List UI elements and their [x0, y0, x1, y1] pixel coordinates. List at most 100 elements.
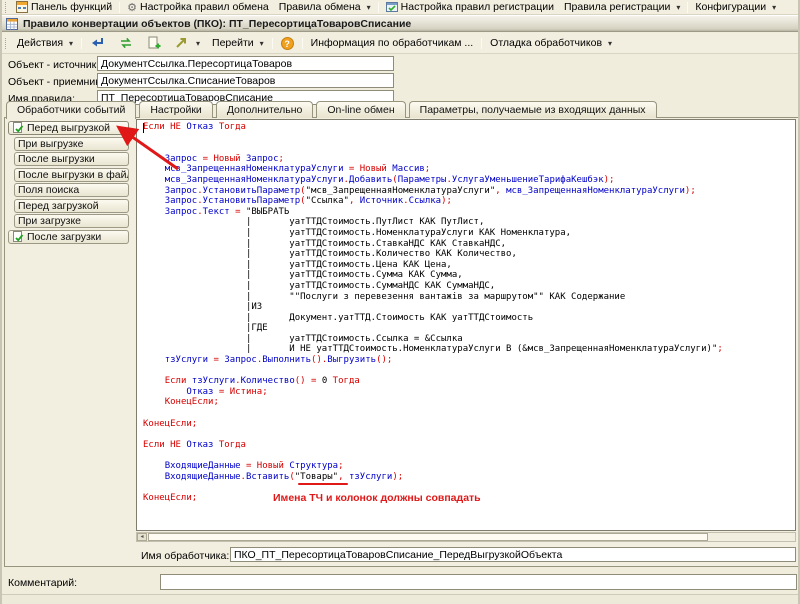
code-line: тзУслуги = Запрос.Выполнить().Выгрузить(… [143, 355, 723, 366]
registration-rules-label: Правила регистрации [564, 1, 670, 13]
configurations-menu[interactable]: Конфигурации [690, 0, 781, 14]
toolbar-grip [5, 38, 8, 49]
tab-additional[interactable]: Дополнительно [216, 101, 314, 118]
code-line: КонецЕсли; [143, 397, 723, 408]
code-line: | уатТТДСтоимость.СуммаНДС КАК СуммаНДС, [143, 281, 723, 292]
scrollbar-thumb[interactable] [148, 533, 708, 541]
sidebar-item-after-export-to-file[interactable]: После выгрузки в файл [14, 168, 129, 182]
code-line: | И НЕ уатТТДСтоимость.НоменклатураУслуг… [143, 344, 723, 355]
gear-icon [127, 1, 137, 14]
sidebar-item-label: Перед загрузкой [18, 200, 99, 212]
code-line: |ГДЕ [143, 323, 723, 334]
sidebar-item-on-import[interactable]: При загрузке [14, 214, 129, 228]
tab-event-handlers[interactable]: Обработчики событий [6, 101, 136, 119]
code-line: | уатТТДСтоимость.СтавкаНДС КАК СтавкаНД… [143, 239, 723, 250]
save-icon [90, 36, 106, 50]
source-object-input[interactable] [97, 56, 394, 71]
sidebar-item-label: После загрузки [27, 231, 101, 243]
exchange-rules-menu[interactable]: Правила обмена [274, 0, 376, 14]
setup-registration-rules-button[interactable]: Настройка правил регистрации [381, 0, 559, 14]
code-line [143, 143, 723, 154]
code-line: Запрос.Текст = "ВЫБРАТЬ [143, 207, 723, 218]
code-line: | уатТТДСтоимость.Сумма КАК Сумма, [143, 270, 723, 281]
toolbar-separator [378, 2, 379, 13]
source-object-label: Объект - источник: [8, 59, 99, 71]
code-line: ВходящиеДанные.Вставить("Товары", тзУслу… [143, 472, 723, 483]
sidebar-item-before-export[interactable]: Перед выгрузкой [8, 121, 129, 135]
sidebar-item-before-import[interactable]: Перед загрузкой [14, 199, 129, 213]
handlers-debug-button[interactable]: Отладка обработчиков [484, 34, 618, 52]
export-button[interactable] [168, 33, 206, 53]
actions-toolbar: Действия Перейти Информация по обработчи… [2, 33, 798, 54]
code-horizontal-scrollbar[interactable]: ◂ [136, 532, 796, 542]
sidebar-item-after-export[interactable]: После выгрузки [14, 152, 129, 166]
code-line: Отказ = Истина; [143, 387, 723, 398]
handler-page-icon [12, 122, 24, 134]
code-line: | уатТТДСтоимость.Ссылка = &Ссылка [143, 334, 723, 345]
status-bar [2, 594, 798, 604]
code-line: | уатТТДСтоимость.Цена КАК Цена, [143, 260, 723, 271]
sidebar-item-label: Поля поиска [18, 184, 79, 196]
code-line: Если НЕ Отказ Тогда [143, 122, 723, 133]
code-line [143, 366, 723, 377]
add-handler-button[interactable] [140, 33, 168, 53]
toolbar-separator [81, 38, 82, 49]
setup-exchange-rules-button[interactable]: Настройка правил обмена [122, 0, 274, 14]
code-line [143, 429, 723, 440]
tab-strip: Обработчики событий Настройки Дополнител… [6, 101, 657, 118]
add-page-icon [146, 36, 162, 50]
sidebar-item-search-fields[interactable]: Поля поиска [14, 183, 129, 197]
export-arrow-icon [174, 36, 190, 50]
main-toolbar: Панель функций Настройка правил обмена П… [2, 0, 798, 15]
function-panel-button[interactable]: Панель функций [11, 0, 117, 14]
save-button[interactable] [84, 33, 112, 53]
function-panel-label: Панель функций [31, 1, 112, 13]
code-line: | ""Послуги з перевезення вантажів за ма… [143, 292, 723, 303]
code-line [143, 133, 723, 144]
registration-rules-icon [386, 1, 398, 13]
reload-button[interactable] [112, 33, 140, 53]
setup-exchange-rules-label: Настройка правил обмена [140, 1, 269, 13]
sidebar-item-on-export[interactable]: При выгрузке [14, 137, 129, 151]
code-line [143, 408, 723, 419]
go-to-label: Перейти [212, 37, 254, 49]
tab-online-exchange[interactable]: On-line обмен [316, 101, 405, 118]
code-line: Если НЕ Отказ Тогда [143, 440, 723, 451]
help-icon [281, 37, 294, 50]
toolbar-separator [481, 38, 482, 49]
registration-rules-menu[interactable]: Правила регистрации [559, 0, 685, 14]
handlers-info-button[interactable]: Информация по обработчикам ... [305, 34, 480, 52]
event-handlers-panel: Перед выгрузкой При выгрузке После выгру… [4, 117, 799, 567]
window-title: Правило конвертации объектов (ПКО): ПТ_П… [23, 18, 411, 30]
code-line [143, 450, 723, 461]
toolbar-separator [302, 38, 303, 49]
go-to-menu-button[interactable]: Перейти [206, 34, 270, 52]
toolbar-separator [119, 2, 120, 13]
actions-menu-button[interactable]: Действия [11, 34, 79, 52]
code-line: | уатТТДСтоимость.ПутЛист КАК ПутЛист, [143, 217, 723, 228]
configurations-label: Конфигурации [695, 1, 766, 13]
code-editor-lines: Если НЕ Отказ Тогда Запрос = Новый Запро… [143, 122, 723, 503]
sidebar-item-after-import[interactable]: После загрузки [8, 230, 129, 244]
code-editor[interactable]: Если НЕ Отказ Тогда Запрос = Новый Запро… [136, 119, 796, 531]
exchange-rules-label: Правила обмена [279, 1, 361, 13]
handler-page-icon [12, 231, 24, 243]
sidebar-item-label: После выгрузки [18, 153, 95, 165]
comment-input[interactable] [160, 574, 797, 590]
handler-name-label: Имя обработчика: [141, 550, 229, 562]
scroll-left-icon[interactable]: ◂ [137, 533, 147, 541]
receiver-object-label: Объект - приемник: [8, 76, 103, 88]
code-line: | Документ.уатТТД.Стоимость КАК уатТТДСт… [143, 313, 723, 324]
receiver-object-input[interactable] [97, 73, 394, 88]
pko-rule-window: Панель функций Настройка правил обмена П… [0, 0, 800, 604]
tab-incoming-parameters[interactable]: Параметры, получаемые из входящих данных [409, 101, 657, 118]
window-titlebar: Правило конвертации объектов (ПКО): ПТ_П… [2, 15, 798, 32]
toolbar-grip [5, 2, 8, 13]
sidebar-item-label: Перед выгрузкой [27, 122, 110, 134]
toolbar-separator [687, 2, 688, 13]
handler-name-input[interactable] [230, 547, 796, 562]
tab-settings[interactable]: Настройки [139, 101, 213, 118]
sidebar-item-label: При загрузке [18, 215, 81, 227]
help-button[interactable] [275, 34, 300, 53]
code-line: мсв_ЗапрещеннаяНоменклатураУслуги.Добави… [143, 175, 723, 186]
